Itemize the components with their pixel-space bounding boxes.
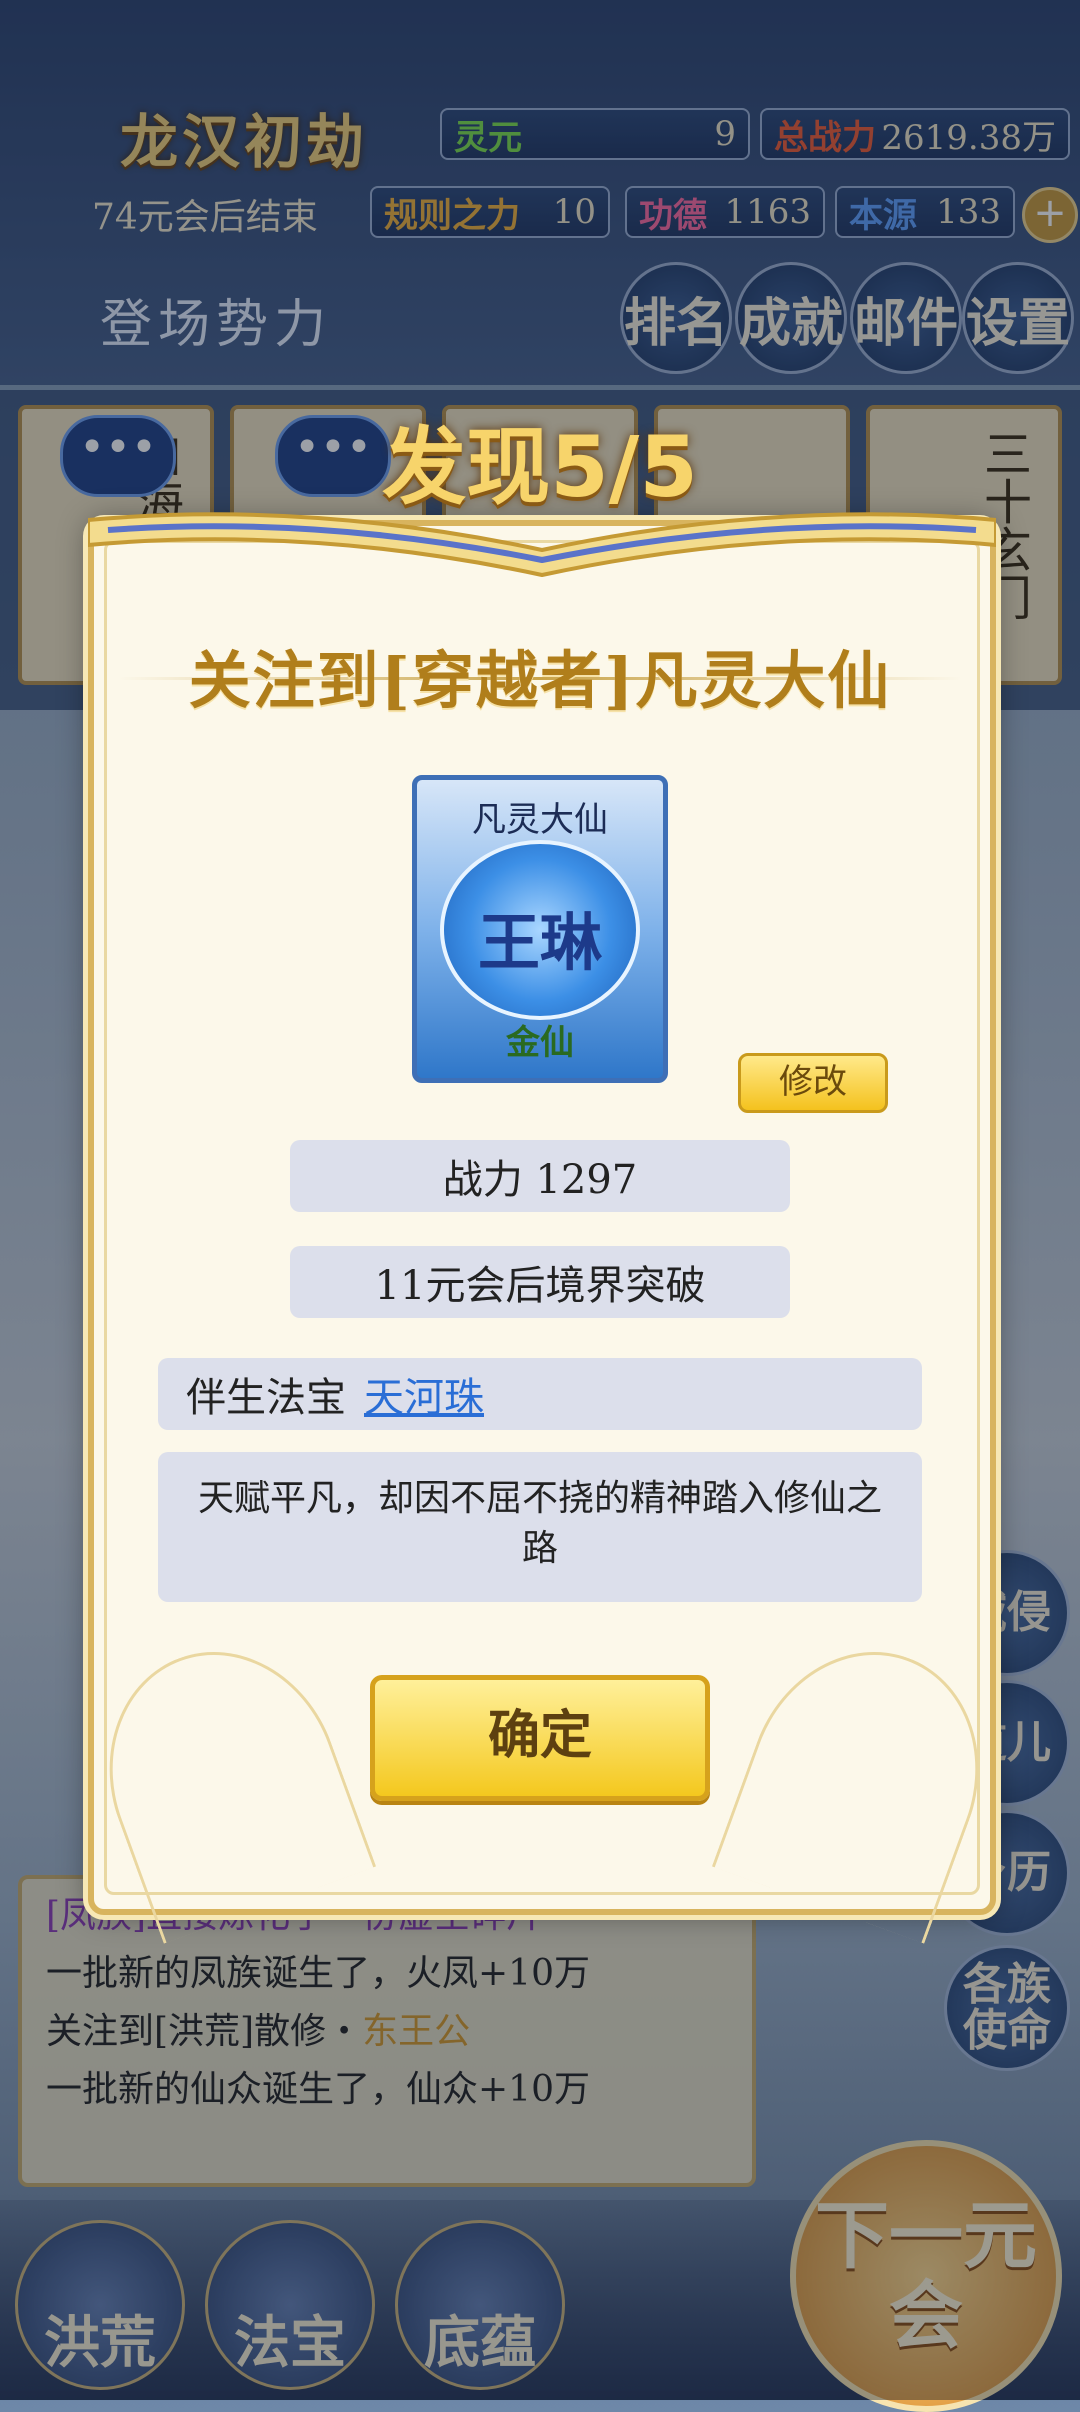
character-title: 凡灵大仙 — [472, 800, 608, 840]
character-name: 王琳 — [477, 906, 602, 979]
character-description: 天赋平凡，却因不屈不挠的精神踏入修仙之路 — [158, 1452, 922, 1602]
edit-button[interactable]: 修改 — [738, 1053, 888, 1113]
dialog-title: 关注到[穿越者]凡灵大仙 — [188, 644, 892, 717]
treasure-link[interactable]: 天河珠 — [364, 1365, 484, 1423]
character-rank: 金仙 — [506, 1023, 574, 1063]
treasure-label: 伴生法宝 — [186, 1375, 346, 1421]
breakthrough-display: 11元会后境界突破 — [290, 1246, 790, 1318]
discovery-banner: 发现5/5 — [382, 418, 698, 516]
treasure-row: 伴生法宝 天河珠 — [158, 1358, 922, 1430]
confirm-button[interactable]: 确定 — [370, 1675, 710, 1801]
power-display: 战力 1297 — [290, 1140, 790, 1212]
